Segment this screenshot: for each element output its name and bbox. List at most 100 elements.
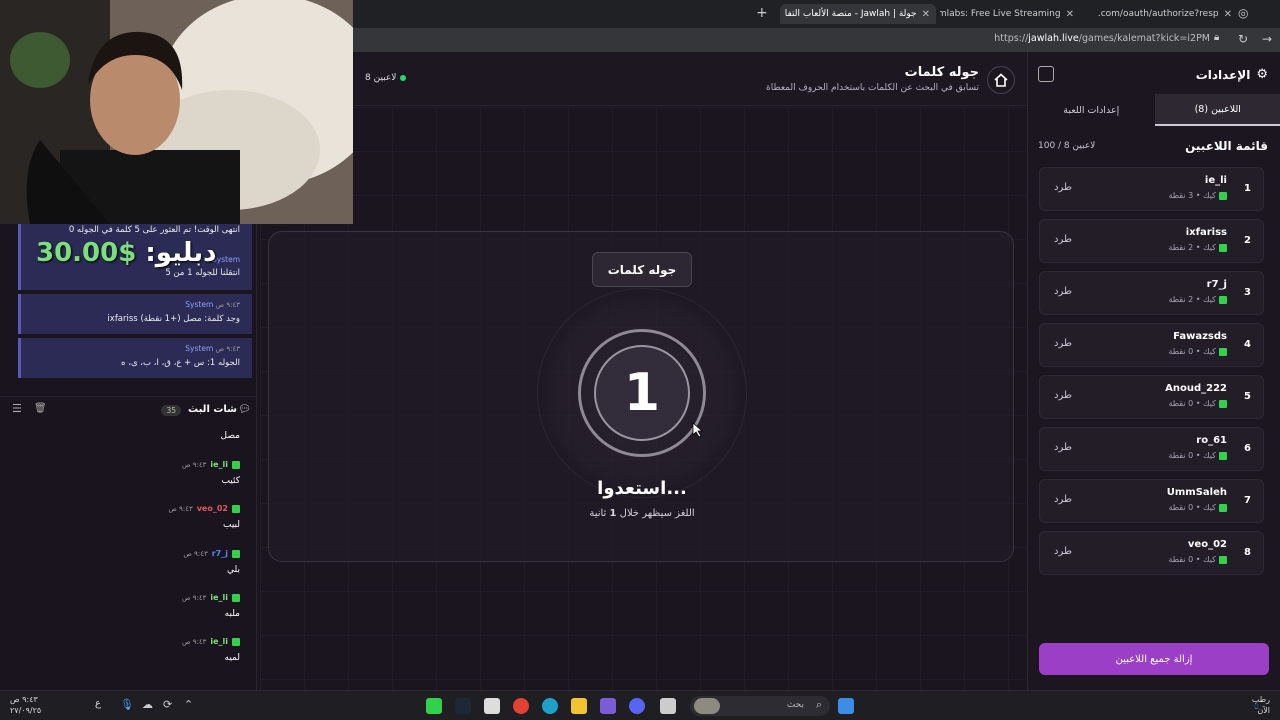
sidebar-tabs: إعدادات اللعبة اللاعبين (8) [1028,94,1280,126]
mic-icon[interactable]: 🎙︎ [120,698,136,714]
kick-icon [232,460,240,469]
countdown-card: جوله كلمات 1 استعدوا... اللغز سيظهر خلال… [268,231,1014,562]
kick-player-button[interactable]: طرد [1054,286,1072,297]
player-row: 6 ro_61 كيك • 0 نقطة طرد [1039,427,1264,471]
kick-icon [1219,451,1227,460]
chat-message: لميه [224,653,241,663]
chat-username: ٩:٤٣ ص ie_li [182,593,240,602]
store-icon[interactable] [484,698,500,714]
trash-icon[interactable]: 🗑︎ [34,403,47,414]
taskbar-search[interactable]: بحث ⌕ [690,696,830,716]
window-icon[interactable] [660,698,676,714]
tab-streamlabs[interactable]: ✕ Streamlabs: Free Live Streaming & [940,4,1080,24]
search-highlight-icon [694,698,720,714]
kick-icon [1219,243,1227,252]
kick-player-button[interactable]: طرد [1054,390,1072,401]
gear-icon: ⚙ [1256,67,1268,82]
kick-icon [232,593,240,602]
lock-icon[interactable]: 🔒︎ [1214,32,1219,43]
globe-icon[interactable]: ◎ [1238,6,1248,20]
home-button[interactable] [987,66,1015,94]
close-icon[interactable]: ✕ [1224,9,1232,20]
kick-player-button[interactable]: طرد [1054,234,1072,245]
steam-icon[interactable] [455,698,471,714]
online-dot-icon [400,75,407,81]
kick-app-icon[interactable] [426,698,442,714]
ready-text: استعدوا... [597,478,687,499]
reload-icon[interactable]: ↻ [1238,32,1248,46]
chat-message: مصل [220,431,240,441]
list-icon[interactable]: ☰ [12,402,22,415]
page-title: جوله كلمات [904,65,979,80]
player-row: 1 ie_li كيك • 3 نقطة طرد [1039,167,1264,211]
chat-count-badge: 35 [161,405,181,416]
chat-username: ٩:٤٣ ص ie_li [182,460,240,469]
discord-icon[interactable] [629,698,645,714]
chat-title: شات البث [188,404,237,415]
chrome-icon[interactable] [513,698,529,714]
app-icon[interactable] [600,698,616,714]
tab-game-settings[interactable]: إعدادات اللعبة [1028,94,1155,126]
kick-icon [232,549,240,558]
player-row: 7 UmmSaleh كيك • 0 نقطة طرد [1039,479,1264,523]
tab-players[interactable]: اللاعبين (8) [1154,94,1280,126]
kick-player-button[interactable]: طرد [1054,546,1072,557]
water-drop-icon: 💧︎ [1254,698,1259,712]
page-subtitle: تسابق في البحث عن الكلمات باستخدام الحرو… [766,83,979,93]
language-icon[interactable]: ع [95,698,111,714]
kick-player-button[interactable]: طرد [1054,182,1072,193]
kick-icon [1219,503,1227,512]
url-text[interactable]: https://jawlah.live/games/kalemat?kick=i… [994,33,1210,44]
clock[interactable]: ٩:٤٣ ص ٢٧/٠٩/٢٥ [10,694,41,716]
kick-player-button[interactable]: طرد [1054,338,1072,349]
tab-kick-oauth[interactable]: ✕ id.kick.com/oauth/authorize?resp [1098,4,1238,24]
kick-icon [232,637,240,646]
collapse-sidebar-button[interactable] [1038,66,1054,82]
system-message: System ٩:٤٣ ص ixfariss وجد كلمة: مصل (+1… [18,294,252,334]
search-icon: ⌕ [815,698,822,711]
chat-message: لبيب [222,520,240,530]
chat-username: ٩:٤٣ ص r7_j [183,549,240,558]
network-icon[interactable]: ☁ [142,698,158,714]
chat-message: كئيب [221,476,240,486]
chat-icon: 💬︎ [238,404,251,415]
kick-icon [232,504,240,513]
tab-jawlah[interactable]: ✕ جولة | Jawlah - منصة الألعاب التفا [780,4,936,24]
player-row: 4 Fawazsds كيك • 0 نقطة طرد [1039,323,1264,367]
online-players: 8 لاعبين [365,73,407,83]
kick-icon [1219,191,1227,200]
chat-username: ٩:٤٣ ص veo_02 [168,504,240,513]
chevron-up-icon[interactable]: ⌃ [184,698,200,714]
close-icon[interactable]: ✕ [922,9,930,20]
close-icon[interactable]: ✕ [1066,9,1074,20]
kick-player-button[interactable]: طرد [1054,494,1072,505]
player-row: 5 Anoud_222 كيك • 0 نقطة طرد [1039,375,1264,419]
home-icon [994,73,1008,87]
settings-sidebar: الإعدادات ⚙ إعدادات اللعبة اللاعبين (8) … [1027,52,1280,690]
game-badge: جوله كلمات [592,252,692,287]
countdown-number: 1 [594,345,690,441]
new-tab-icon[interactable]: + [756,5,768,21]
players-list-count: 100 / 8 لاعبين [1038,141,1096,151]
game-header: جوله كلمات تسابق في البحث عن الكلمات باس… [355,52,1027,106]
refresh-icon[interactable]: ⟳ [163,698,179,714]
windows-start-icon[interactable] [838,698,854,714]
chat-message: بلي [227,565,240,575]
kick-icon [1219,399,1227,408]
player-row: 8 veo_02 كيك • 0 نقطة طرد [1039,531,1264,575]
webcam-image [0,0,353,224]
edge-icon[interactable] [542,698,558,714]
player-row: 3 r7_j كيك • 2 نقطة طرد [1039,271,1264,315]
forward-icon[interactable]: → [1262,32,1272,46]
taskbar: ٩:٤٣ ص ٢٧/٠٩/٢٥ ع 🎙︎ ☁ ⟳ ⌃ بحث ⌕ رطب الآن … [0,690,1280,720]
kick-icon [1219,295,1227,304]
settings-title: الإعدادات ⚙ [1195,67,1268,82]
ready-subtext: اللغز سيظهر خلال 1 ثانية [589,508,695,519]
webcam-overlay [0,0,353,224]
donation-overlay: دبليو: $30.00 [36,238,217,268]
folder-icon[interactable] [571,698,587,714]
remove-all-players-button[interactable]: إزالة جميع اللاعبين [1039,643,1269,675]
kick-player-button[interactable]: طرد [1054,442,1072,453]
kick-icon [1219,347,1227,356]
mouse-cursor-icon [692,422,704,438]
